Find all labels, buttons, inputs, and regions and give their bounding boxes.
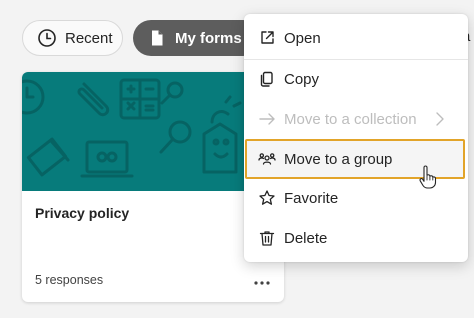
- card-responses-count: 5 responses: [35, 273, 104, 287]
- filter-my-forms-button[interactable]: My forms: [133, 20, 261, 56]
- menu-item-delete[interactable]: Delete: [244, 218, 468, 258]
- chevron-right-icon: [435, 111, 445, 131]
- filter-my-forms-label: My forms: [175, 29, 242, 47]
- filter-recent-label: Recent: [65, 29, 113, 47]
- menu-item-label: Favorite: [284, 189, 339, 207]
- star-icon: [258, 189, 276, 207]
- document-icon: [147, 28, 167, 48]
- context-menu: Open Copy Move to a collection Move to a…: [244, 14, 468, 262]
- ellipsis-icon: [254, 272, 270, 290]
- menu-item-copy[interactable]: Copy: [244, 59, 468, 99]
- card-title: Privacy policy: [35, 205, 130, 221]
- hand-pointer-cursor-icon: [418, 165, 438, 189]
- more-options-button[interactable]: [250, 271, 274, 291]
- filter-recent-button[interactable]: Recent: [22, 20, 123, 56]
- menu-item-label: Move to a collection: [284, 110, 417, 128]
- arrow-right-icon: [258, 110, 276, 128]
- menu-item-label: Open: [284, 29, 321, 47]
- menu-item-label: Move to a group: [284, 150, 393, 168]
- clock-icon: [37, 28, 57, 48]
- trash-icon: [258, 229, 276, 247]
- menu-item-move-to-collection: Move to a collection: [244, 99, 468, 139]
- copy-icon: [258, 70, 276, 88]
- open-external-icon: [258, 29, 276, 47]
- menu-item-label: Delete: [284, 229, 328, 247]
- menu-item-open[interactable]: Open: [244, 18, 468, 58]
- menu-item-label: Copy: [284, 70, 320, 88]
- people-group-icon: [258, 150, 276, 168]
